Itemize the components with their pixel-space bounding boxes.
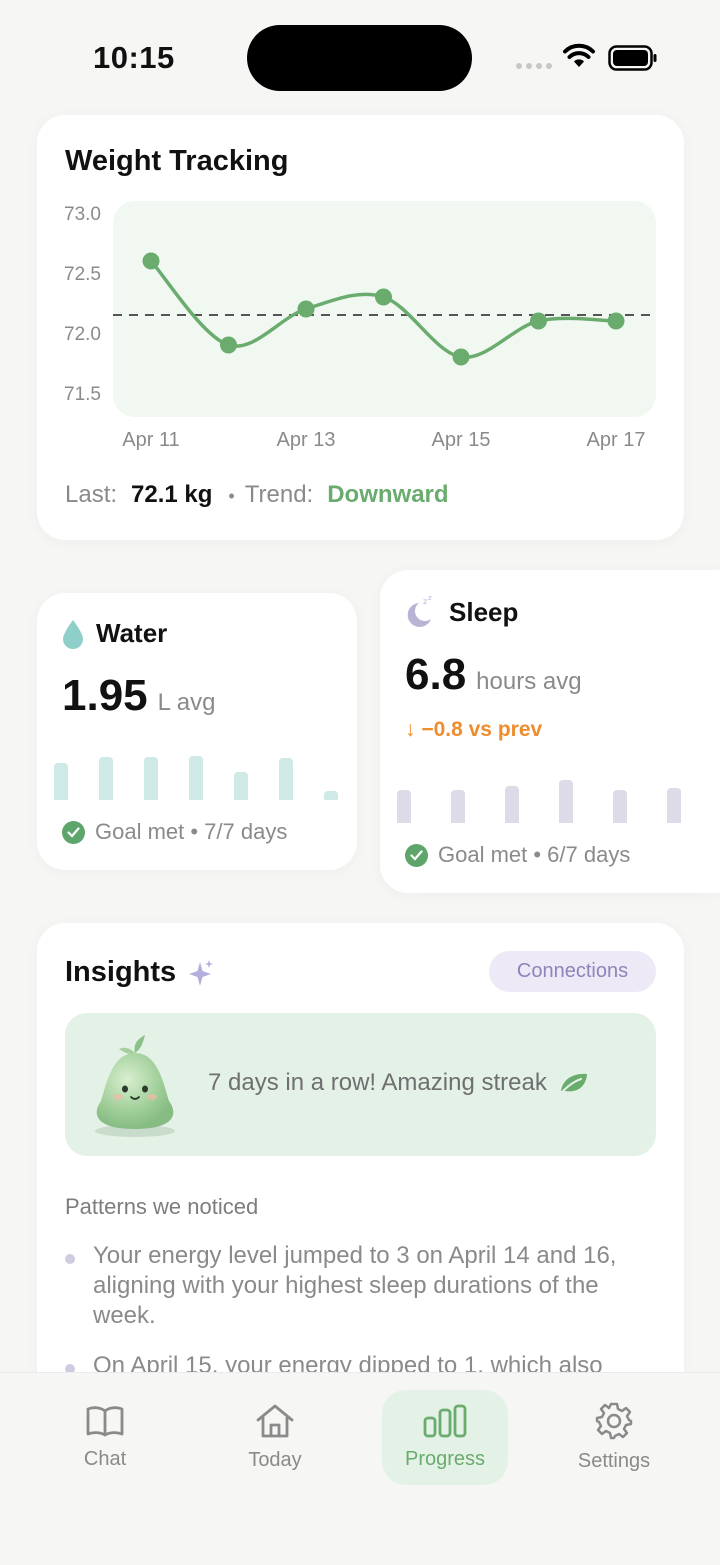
bar — [144, 757, 158, 800]
bar — [505, 786, 519, 823]
bar — [279, 758, 293, 800]
water-goal-text: Goal met • 7/7 days — [95, 819, 288, 844]
weight-data-point — [452, 348, 470, 366]
y-tick-label: 72.0 — [64, 324, 101, 345]
insights-header: Insights — [65, 956, 214, 989]
weight-data-point — [375, 288, 392, 306]
last-weight-value: 72.1 kg — [131, 481, 213, 508]
water-amount: 1.95 — [62, 671, 148, 720]
x-tick-label: Apr 17 — [587, 429, 646, 451]
sleep-goal: Goal met • 6/7 days — [405, 842, 630, 868]
patterns-label: Patterns we noticed — [65, 1194, 259, 1219]
status-time: 10:15 — [93, 40, 175, 75]
water-card[interactable]: Water 1.95 L avg Goal met • 7/7 days — [37, 593, 357, 870]
streak-message: 7 days in a row! Amazing streak — [208, 1069, 589, 1097]
check-icon — [62, 820, 85, 844]
y-tick-label: 72.5 — [64, 264, 101, 285]
tab-settings[interactable]: Settings — [551, 1390, 677, 1485]
sleep-card[interactable]: z z Sleep 6.8 hours avg ↓ −0.8 vs prev G… — [380, 570, 720, 893]
svg-text:z: z — [428, 595, 432, 602]
status-bar: 10:15 — [0, 0, 720, 110]
streak-text: 7 days in a row! Amazing streak — [208, 1069, 547, 1096]
wifi-icon — [563, 43, 595, 67]
weight-data-point — [607, 312, 625, 330]
water-bar-chart — [54, 730, 344, 800]
battery-icon — [608, 45, 657, 71]
sleep-delta: ↓ −0.8 vs prev — [405, 718, 543, 741]
insights-title: Insights — [65, 956, 177, 988]
sleep-bar-chart — [397, 753, 720, 823]
bar — [99, 757, 113, 800]
home-icon — [256, 1404, 294, 1438]
book-icon — [86, 1406, 124, 1437]
trend-label: Trend: — [244, 481, 314, 508]
bar — [234, 772, 248, 800]
bar — [613, 790, 627, 823]
tab-label: Today — [248, 1449, 302, 1471]
weight-data-point — [142, 252, 160, 270]
bar — [667, 788, 681, 823]
check-icon — [405, 843, 428, 867]
weight-tracking-card[interactable]: Weight Tracking 73.0 72.5 72.0 71.5 Apr 11 Ap… — [37, 115, 684, 540]
x-tick-label: Apr 15 — [432, 429, 491, 451]
sleep-header: z z Sleep — [405, 595, 518, 629]
tab-today[interactable]: Today — [212, 1390, 338, 1485]
insights-card: Insights Connections 7 days in a row! Am… — [37, 923, 684, 1443]
weight-chart: 73.0 72.5 72.0 71.5 Apr 11 Apr 13 Apr 15 Apr 17 — [64, 201, 656, 451]
water-goal: Goal met • 7/7 days — [62, 819, 287, 845]
bar — [451, 790, 465, 823]
tab-chat[interactable]: Chat — [42, 1390, 168, 1485]
last-label: Last: — [65, 481, 118, 508]
sleep-value: 6.8 hours avg — [405, 650, 582, 700]
chart-plot-area — [113, 201, 656, 417]
leaf-icon — [560, 1073, 587, 1092]
sparkle-icon — [189, 959, 214, 986]
sleep-amount: 6.8 — [405, 650, 467, 699]
streak-banner: 7 days in a row! Amazing streak — [65, 1013, 656, 1156]
x-tick-label: Apr 13 — [277, 429, 336, 451]
svg-text:z: z — [423, 597, 427, 606]
tab-label: Chat — [83, 1448, 127, 1470]
x-tick-label: Apr 11 — [122, 429, 179, 451]
sleep-goal-text: Goal met • 6/7 days — [438, 842, 631, 867]
connections-button[interactable]: Connections — [489, 951, 656, 992]
tab-bar: Chat Today Progress Settings — [0, 1372, 720, 1565]
bar-chart-icon — [423, 1404, 467, 1438]
weight-data-point — [220, 336, 237, 354]
bar — [397, 790, 411, 823]
gear-icon — [595, 1402, 633, 1440]
bullet-icon — [65, 1254, 75, 1264]
tab-progress[interactable]: Progress — [382, 1390, 508, 1485]
moon-icon: z z — [407, 595, 432, 627]
pattern-text: Your energy level jumped to 3 on April 1… — [93, 1242, 617, 1329]
sleep-unit: hours avg — [476, 668, 582, 695]
weight-data-point — [530, 312, 547, 330]
trend-value: Downward — [327, 481, 449, 508]
water-unit: L avg — [157, 689, 216, 716]
water-header: Water — [62, 618, 167, 649]
dynamic-island — [247, 25, 472, 91]
bar — [324, 791, 338, 800]
bar — [54, 763, 68, 800]
bar — [189, 756, 203, 800]
tab-label: Progress — [404, 1448, 486, 1470]
water-value: 1.95 L avg — [62, 671, 215, 721]
weight-summary: Last: 72.1 kg • Trend: Downward — [65, 481, 449, 508]
y-tick-label: 71.5 — [64, 384, 101, 405]
sleep-title: Sleep — [449, 596, 519, 627]
pattern-item: Your energy level jumped to 3 on April 1… — [65, 1241, 650, 1331]
bar — [559, 780, 573, 823]
water-drop-icon — [63, 619, 83, 649]
mascot-blob-image — [95, 1035, 175, 1137]
signal-icon — [516, 63, 552, 69]
tab-label: Settings — [577, 1450, 651, 1472]
y-tick-label: 73.0 — [64, 204, 101, 225]
weight-data-point — [297, 300, 315, 318]
water-title: Water — [96, 618, 168, 648]
